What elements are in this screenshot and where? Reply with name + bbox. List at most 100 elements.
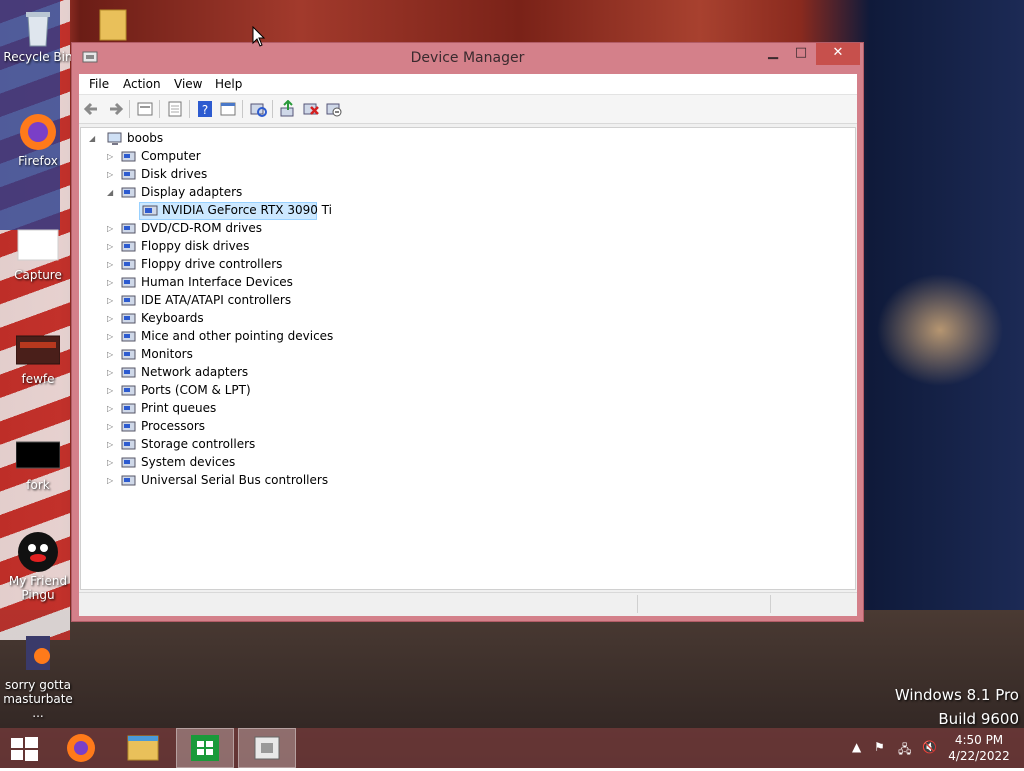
- taskbar-clock[interactable]: 4:50 PM 4/22/2022: [940, 732, 1018, 764]
- device-category-icon: [121, 473, 137, 489]
- desktop-icon-recycle-bin[interactable]: Recycle Bin: [0, 6, 76, 64]
- desktop-icon-shortcut[interactable]: sorry gotta masturbate ...: [0, 634, 76, 720]
- forward-icon[interactable]: [106, 100, 124, 118]
- taskbar-store[interactable]: [176, 728, 234, 768]
- window-client-area: File Action View Help ? ◢ boobs ▷ Comput…: [79, 74, 857, 616]
- taskbar-file-explorer[interactable]: [114, 728, 172, 768]
- expand-arrow-icon[interactable]: ▷: [107, 169, 117, 181]
- mouse-cursor-icon: [252, 25, 266, 48]
- device-category-icon: [121, 257, 137, 273]
- collapse-arrow-icon[interactable]: ◢: [107, 187, 117, 199]
- desktop-icon-firefox[interactable]: Firefox: [0, 110, 76, 168]
- clock-time: 4:50 PM: [954, 733, 1004, 747]
- desktop-icon-label: Capture: [14, 268, 62, 282]
- device-category-icon: [121, 239, 137, 255]
- taskbar-device-manager[interactable]: [238, 728, 296, 768]
- firefox-icon: [16, 110, 60, 154]
- tree-category-label: Disk drives: [141, 167, 208, 181]
- uninstall-icon[interactable]: [302, 100, 320, 118]
- show-hidden-icon[interactable]: [219, 100, 237, 118]
- menu-file[interactable]: File: [89, 77, 109, 91]
- desktop-icon-capture[interactable]: Capture: [0, 224, 76, 282]
- toolbar-separator: [189, 100, 190, 118]
- expand-arrow-icon[interactable]: ▷: [107, 403, 117, 415]
- expand-arrow-icon[interactable]: ▷: [107, 457, 117, 469]
- expand-arrow-icon[interactable]: ▷: [107, 475, 117, 487]
- update-driver-icon[interactable]: [279, 99, 297, 118]
- disable-device-icon[interactable]: [325, 100, 343, 118]
- expand-arrow-icon[interactable]: ▷: [107, 331, 117, 343]
- tree-category-label: IDE ATA/ATAPI controllers: [141, 293, 292, 307]
- help-icon[interactable]: ?: [196, 100, 214, 118]
- toolbar: ?: [79, 95, 857, 124]
- device-category-icon: [121, 311, 137, 327]
- device-manager-window[interactable]: Device Manager ▁ □ ✕ File Action View He…: [71, 42, 864, 622]
- expand-arrow-icon[interactable]: ▷: [107, 223, 117, 235]
- file-explorer-icon: [127, 735, 159, 761]
- image-file-icon: [16, 224, 60, 268]
- start-button[interactable]: [0, 728, 58, 768]
- taskbar: ▲ ⚑ 🖧 🔇 4:50 PM 4/22/2022: [0, 728, 1024, 768]
- flag-icon[interactable]: ⚑: [874, 740, 885, 754]
- computer-icon: [107, 131, 123, 147]
- volume-muted-icon[interactable]: 🔇: [922, 740, 937, 754]
- maximize-button[interactable]: □: [788, 43, 814, 65]
- desktop-icon-pingu[interactable]: My Friend Pingu: [0, 530, 76, 602]
- desktop-icon-label: My Friend Pingu: [8, 574, 68, 602]
- device-category-icon: [121, 167, 137, 183]
- status-cell: [637, 595, 770, 613]
- expand-arrow-icon[interactable]: ▷: [107, 439, 117, 451]
- expand-arrow-icon[interactable]: ▷: [107, 151, 117, 163]
- status-bar: [79, 592, 857, 615]
- properties-icon[interactable]: [136, 100, 154, 118]
- expand-arrow-icon[interactable]: ▷: [107, 259, 117, 271]
- desktop-icon-label: sorry gotta masturbate ...: [3, 678, 73, 720]
- tree-category-label: Processors: [141, 419, 206, 433]
- desktop-icon-label: Recycle Bin: [3, 50, 73, 64]
- expand-arrow-icon[interactable]: ▷: [107, 295, 117, 307]
- tree-category-label: Universal Serial Bus controllers: [141, 473, 329, 487]
- device-category-icon: [121, 185, 137, 201]
- menu-help[interactable]: Help: [215, 77, 242, 91]
- device-category-icon: [121, 275, 137, 291]
- tree-device[interactable]: NVIDIA GeForce RTX 3090 Ti: [139, 202, 332, 220]
- desktop-icon-fewfe[interactable]: fewfe: [0, 328, 76, 386]
- desktop-icon-fork[interactable]: fork: [0, 434, 76, 492]
- desktop-icon-label: fewfe: [21, 372, 55, 386]
- clock-date: 4/22/2022: [948, 749, 1010, 763]
- expand-arrow-icon[interactable]: ▷: [107, 313, 117, 325]
- expand-arrow-icon[interactable]: ▷: [107, 241, 117, 253]
- recycle-bin-icon: [16, 6, 60, 50]
- expand-arrow-icon[interactable]: ▷: [107, 421, 117, 433]
- tree-category-label: DVD/CD-ROM drives: [141, 221, 263, 235]
- svg-text:?: ?: [202, 103, 208, 117]
- menu-view[interactable]: View: [174, 77, 202, 91]
- update-list-icon[interactable]: [166, 100, 184, 118]
- device-category-icon: [121, 221, 137, 237]
- expand-arrow-icon[interactable]: ▷: [107, 277, 117, 289]
- network-icon[interactable]: 🖧: [898, 740, 911, 761]
- expand-arrow-icon[interactable]: ▷: [107, 385, 117, 397]
- scan-hardware-icon[interactable]: [249, 100, 267, 118]
- title-bar[interactable]: Device Manager ▁ □ ✕: [72, 43, 863, 74]
- windows-build-text: Build 9600: [938, 710, 1019, 728]
- device-category-icon: [121, 365, 137, 381]
- minimize-button[interactable]: ▁: [760, 43, 786, 65]
- tree-category-label: Network adapters: [141, 365, 249, 379]
- back-icon[interactable]: [83, 100, 101, 118]
- tree-category-label: Mice and other pointing devices: [141, 329, 334, 343]
- close-button[interactable]: ✕: [816, 43, 860, 65]
- device-category-icon: [121, 347, 137, 363]
- expand-arrow-icon[interactable]: ▷: [107, 349, 117, 361]
- desktop-icon-label: Firefox: [18, 154, 58, 168]
- show-hidden-icons[interactable]: ▲: [852, 740, 861, 754]
- menu-action[interactable]: Action: [123, 77, 161, 91]
- device-tree[interactable]: ◢ boobs ▷ Computer ▷ Disk drives ◢ Display ad…: [80, 127, 856, 590]
- device-manager-icon: [254, 736, 280, 760]
- status-cell: [770, 595, 857, 613]
- device-category-icon: [121, 419, 137, 435]
- expand-arrow-icon[interactable]: ▷: [107, 367, 117, 379]
- collapse-arrow-icon[interactable]: ◢: [89, 133, 99, 145]
- taskbar-firefox[interactable]: [52, 728, 110, 768]
- toolbar-separator: [272, 100, 273, 118]
